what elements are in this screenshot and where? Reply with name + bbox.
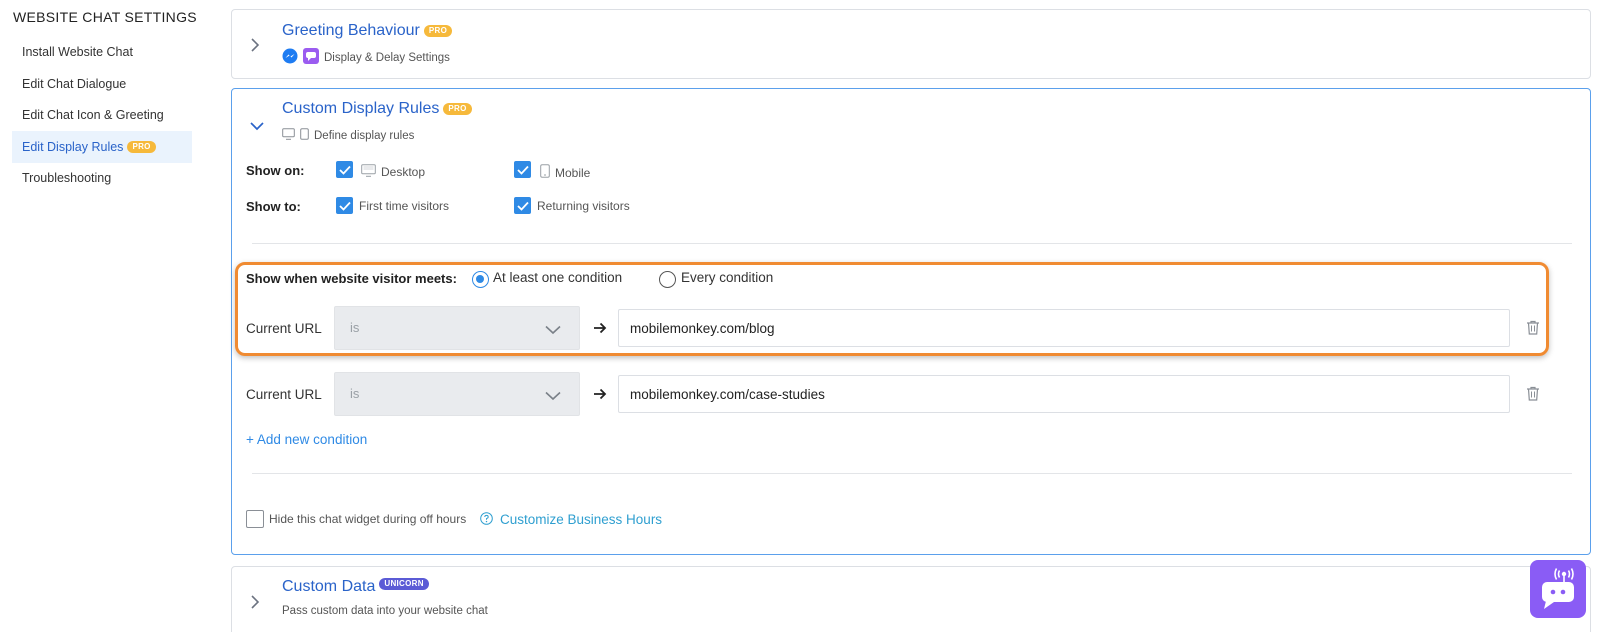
url-input[interactable] — [618, 375, 1510, 413]
subtitle-text: Define display rules — [314, 129, 415, 142]
chevron-right-icon[interactable] — [249, 37, 261, 58]
custom-display-rules-panel: Custom Display Rules PRO Define display r… — [231, 88, 1591, 555]
desktop-icon — [282, 128, 295, 143]
mobile-icon — [540, 164, 550, 181]
first-time-visitors-label: First time visitors — [359, 199, 449, 213]
operator-value: is — [350, 320, 360, 335]
pro-badge: PRO — [423, 25, 453, 37]
custom-display-rules-subtitle: Define display rules — [282, 128, 414, 143]
sidebar: WEBSITE CHAT SETTINGS Install Website Ch… — [0, 0, 200, 632]
panel-title: Custom Data — [282, 578, 376, 595]
greeting-behaviour-subtitle: Display & Delay Settings — [282, 48, 450, 67]
check-icon — [516, 165, 529, 175]
messenger-icon — [282, 48, 298, 67]
condition-label: Current URL — [246, 321, 322, 336]
check-icon — [338, 165, 351, 175]
divider — [252, 473, 1572, 474]
sidebar-item-label: Install Website Chat — [22, 45, 133, 59]
hide-off-hours-checkbox[interactable] — [246, 510, 264, 528]
pro-badge: PRO — [443, 103, 472, 115]
sidebar-item-install-website-chat[interactable]: Install Website Chat — [12, 36, 192, 68]
sidebar-item-troubleshooting[interactable]: Troubleshooting — [12, 162, 192, 194]
mobile-icon — [300, 128, 309, 143]
custom-data-header[interactable]: Custom Data UNICORN — [282, 578, 429, 596]
every-condition-radio[interactable] — [659, 271, 676, 288]
panel-title: Custom Display Rules — [282, 100, 440, 117]
returning-visitors-option: Returning visitors — [537, 199, 630, 213]
operator-select[interactable]: is — [334, 372, 580, 416]
custom-data-subtitle: Pass custom data into your website chat — [282, 605, 488, 617]
custom-display-rules-header[interactable]: Custom Display Rules PRO — [282, 100, 472, 118]
sidebar-item-label: Edit Display Rules — [22, 140, 124, 154]
returning-visitors-checkbox[interactable] — [514, 197, 531, 214]
sidebar-item-label: Edit Chat Icon & Greeting — [22, 108, 164, 122]
check-icon — [516, 201, 529, 211]
mobile-option: Mobile — [540, 164, 590, 181]
subtitle-text: Pass custom data into your website chat — [282, 605, 488, 617]
operator-select[interactable]: is — [334, 306, 580, 350]
sidebar-item-edit-chat-icon-greeting[interactable]: Edit Chat Icon & Greeting — [12, 99, 192, 131]
greeting-behaviour-header[interactable]: Greeting Behaviour PRO — [282, 22, 453, 40]
arrow-right-icon — [593, 321, 607, 339]
trash-icon[interactable] — [1526, 320, 1540, 340]
mobile-checkbox[interactable] — [514, 161, 531, 178]
desktop-label: Desktop — [381, 165, 426, 179]
divider — [252, 243, 1572, 244]
condition-label: Current URL — [246, 387, 322, 402]
arrow-right-icon — [593, 387, 607, 405]
sidebar-item-edit-display-rules[interactable]: Edit Display Rules PRO — [12, 131, 192, 163]
hide-off-hours-label: Hide this chat widget during off hours — [269, 512, 467, 526]
panel-title: Greeting Behaviour — [282, 22, 420, 39]
customize-business-hours-link[interactable]: Customize Business Hours — [500, 512, 662, 527]
unicorn-badge: UNICORN — [379, 578, 429, 590]
url-input[interactable] — [618, 309, 1510, 347]
custom-data-panel: Custom Data UNICORN Pass custom data into… — [231, 566, 1591, 632]
greeting-behaviour-panel: Greeting Behaviour PRO Display & Delay Se… — [231, 9, 1591, 79]
meets-label: Show when website visitor meets: — [246, 271, 457, 286]
add-new-condition-link[interactable]: + Add new condition — [246, 432, 367, 447]
desktop-option: Desktop — [361, 164, 425, 180]
chevron-down-icon — [545, 388, 561, 406]
help-icon[interactable] — [480, 512, 493, 530]
desktop-checkbox[interactable] — [336, 161, 353, 178]
sidebar-item-edit-chat-dialogue[interactable]: Edit Chat Dialogue — [12, 68, 192, 100]
at-least-one-condition-radio[interactable] — [472, 271, 489, 288]
operator-value: is — [350, 386, 360, 401]
first-time-visitors-option: First time visitors — [359, 199, 449, 213]
chevron-down-icon[interactable] — [249, 119, 265, 137]
chat-widget-button[interactable] — [1530, 560, 1586, 618]
chat-bot-icon — [1542, 568, 1574, 609]
subtitle-text: Display & Delay Settings — [324, 51, 450, 64]
trash-icon[interactable] — [1526, 386, 1540, 406]
sidebar-title: WEBSITE CHAT SETTINGS — [13, 9, 197, 25]
pro-badge: PRO — [127, 141, 156, 153]
first-time-visitors-checkbox[interactable] — [336, 197, 353, 214]
show-on-label: Show on: — [246, 163, 305, 178]
sidebar-item-label: Edit Chat Dialogue — [22, 77, 127, 91]
returning-visitors-label: Returning visitors — [537, 199, 630, 213]
mobile-label: Mobile — [555, 165, 591, 180]
check-icon — [338, 201, 351, 211]
sidebar-item-label: Troubleshooting — [22, 171, 112, 185]
desktop-icon — [361, 164, 376, 180]
chevron-right-icon[interactable] — [249, 594, 261, 615]
chevron-down-icon — [545, 322, 561, 340]
show-to-label: Show to: — [246, 199, 301, 214]
chat-bubble-icon — [303, 48, 319, 67]
at-least-one-condition-label: At least one condition — [493, 270, 623, 285]
every-condition-label: Every condition — [681, 270, 774, 285]
